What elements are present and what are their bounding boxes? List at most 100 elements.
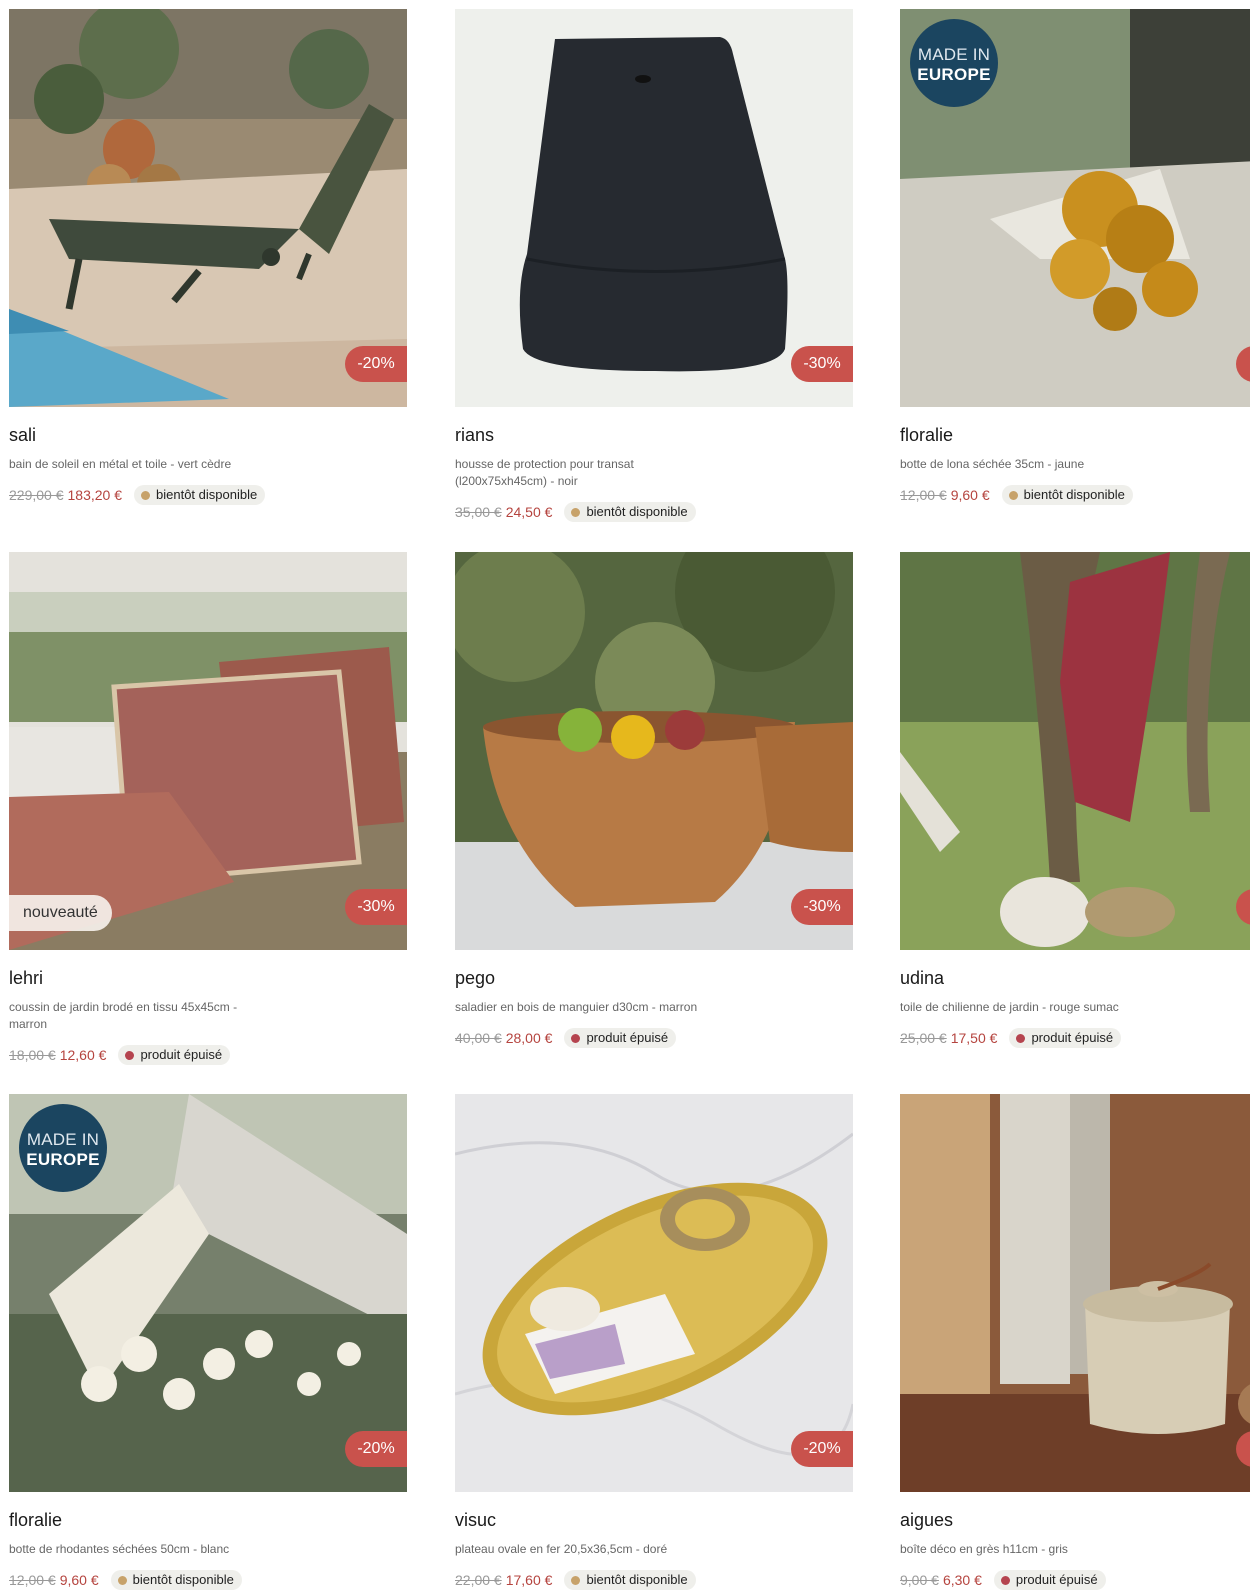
availability-label: produit épuisé <box>140 1047 223 1062</box>
product-card[interactable]: -20% sali bain de soleil en métal et toi… <box>9 9 407 505</box>
price-row: 12,00 € 9,60 € bientôt disponible <box>900 485 1250 505</box>
product-name[interactable]: aigues <box>900 1510 1250 1531</box>
availability-dot-icon <box>1016 1033 1026 1043</box>
price-row: 25,00 € 17,50 € produit épuisé <box>900 1028 1250 1048</box>
availability-label: produit épuisé <box>1031 1030 1114 1045</box>
sale-price: 24,50 € <box>505 504 553 520</box>
availability-dot-icon <box>571 507 581 517</box>
product-description: boîte déco en grès h11cm - gris <box>900 1542 1068 1556</box>
product-name[interactable]: floralie <box>9 1510 407 1531</box>
cover-photo <box>455 9 853 407</box>
discount-badge: -30% <box>791 346 853 382</box>
product-name[interactable]: pego <box>455 968 853 989</box>
availability-dot-icon <box>117 1575 127 1585</box>
made-in-europe-badge: MADE IN EUROPE <box>910 19 998 107</box>
product-description: botte de lona séchée 35cm - jaune <box>900 457 1085 471</box>
old-price: 22,00 € <box>455 1572 502 1588</box>
old-price: 229,00 € <box>9 487 64 503</box>
availability-badge: bientôt disponible <box>564 1570 696 1590</box>
product-image[interactable] <box>900 1094 1250 1492</box>
availability-dot-icon <box>571 1033 581 1043</box>
discount-badge: -20% <box>345 346 407 382</box>
new-badge: nouveauté <box>9 895 112 931</box>
price-row: 18,00 € 12,60 € produit épuisé <box>9 1045 407 1065</box>
product-image[interactable]: MADE IN EUROPE -20% <box>9 1094 407 1492</box>
discount-badge: -20% <box>345 1431 407 1467</box>
product-description: housse de protection pour transat (l200x… <box>455 457 634 488</box>
discount-badge: -30% <box>345 889 407 925</box>
sale-price: 183,20 € <box>67 487 123 503</box>
product-card[interactable]: aigues boîte déco en grès h11cm - gris 9… <box>900 1094 1250 1590</box>
product-image[interactable]: MADE IN EUROPE <box>900 9 1250 407</box>
product-description: bain de soleil en métal et toile - vert … <box>9 457 232 471</box>
availability-badge: produit épuisé <box>1009 1028 1122 1048</box>
product-image[interactable]: -30% <box>455 552 853 950</box>
availability-label: produit épuisé <box>586 1030 669 1045</box>
price-row: 9,00 € 6,30 € produit épuisé <box>900 1570 1250 1590</box>
garden-fabric-photo <box>900 552 1250 950</box>
availability-badge: bientôt disponible <box>564 502 696 522</box>
availability-badge: bientôt disponible <box>110 1570 242 1590</box>
discount-badge: -30% <box>791 889 853 925</box>
sale-price: 9,60 € <box>59 1572 99 1588</box>
product-name[interactable]: rians <box>455 425 853 446</box>
gold-tray-photo <box>455 1094 853 1492</box>
price-row: 229,00 € 183,20 € bientôt disponible <box>9 485 407 505</box>
availability-label: bientôt disponible <box>1023 487 1125 502</box>
availability-dot-icon <box>141 490 150 500</box>
sale-price: 28,00 € <box>505 1030 553 1046</box>
product-card[interactable]: MADE IN EUROPE -20% floralie botte de rh… <box>9 1094 407 1590</box>
lounger-photo <box>9 9 407 407</box>
ceramic-box-photo <box>900 1094 1250 1492</box>
availability-dot-icon <box>125 1050 135 1060</box>
product-card[interactable]: udina toile de chilienne de jardin - rou… <box>900 552 1250 1048</box>
old-price: 18,00 € <box>9 1047 56 1063</box>
price-row: 12,00 € 9,60 € bientôt disponible <box>9 1570 407 1590</box>
product-image[interactable]: -30% <box>455 9 853 407</box>
product-description: saladier en bois de manguier d30cm - mar… <box>455 1000 698 1014</box>
product-image[interactable] <box>900 552 1250 950</box>
product-description: plateau ovale en fer 20,5x36,5cm - doré <box>455 1542 668 1556</box>
price-row: 35,00 € 24,50 € bientôt disponible <box>455 502 853 522</box>
sale-price: 6,30 € <box>942 1572 982 1588</box>
old-price: 9,00 € <box>900 1572 939 1588</box>
product-image[interactable]: -20% <box>455 1094 853 1492</box>
product-name[interactable]: udina <box>900 968 1250 989</box>
product-image[interactable]: nouveauté -30% <box>9 552 407 950</box>
sale-price: 12,60 € <box>59 1047 107 1063</box>
availability-label: bientôt disponible <box>156 487 258 502</box>
sale-price: 9,60 € <box>950 487 990 503</box>
old-price: 12,00 € <box>9 1572 56 1588</box>
availability-badge: produit épuisé <box>564 1028 677 1048</box>
product-description: botte de rhodantes séchées 50cm - blanc <box>9 1542 230 1556</box>
made-in-europe-badge: MADE IN EUROPE <box>19 1104 107 1192</box>
price-row: 22,00 € 17,60 € bientôt disponible <box>455 1570 853 1590</box>
availability-label: produit épuisé <box>1015 1572 1098 1587</box>
product-name[interactable]: visuc <box>455 1510 853 1531</box>
product-name[interactable]: sali <box>9 425 407 446</box>
availability-dot-icon <box>1000 1575 1010 1585</box>
availability-dot-icon <box>1008 490 1018 500</box>
cushions-photo <box>9 552 407 950</box>
availability-badge: produit épuisé <box>118 1045 231 1065</box>
sale-price: 17,50 € <box>950 1030 998 1046</box>
old-price: 40,00 € <box>455 1030 502 1046</box>
old-price: 35,00 € <box>455 504 502 520</box>
product-card[interactable]: -30% rians housse de protection pour tra… <box>455 9 853 522</box>
product-card[interactable]: nouveauté -30% lehri coussin de jardin b… <box>9 552 407 1065</box>
product-card[interactable]: -20% visuc plateau ovale en fer 20,5x36,… <box>455 1094 853 1590</box>
old-price: 25,00 € <box>900 1030 947 1046</box>
availability-label: bientôt disponible <box>586 1572 688 1587</box>
availability-label: bientôt disponible <box>132 1572 234 1587</box>
old-price: 12,00 € <box>900 487 947 503</box>
availability-label: bientôt disponible <box>586 504 688 519</box>
product-name[interactable]: lehri <box>9 968 407 989</box>
product-name[interactable]: floralie <box>900 425 1250 446</box>
price-row: 40,00 € 28,00 € produit épuisé <box>455 1028 853 1048</box>
availability-badge: bientôt disponible <box>134 485 266 505</box>
product-card[interactable]: -30% pego saladier en bois de manguier d… <box>455 552 853 1048</box>
product-description: toile de chilienne de jardin - rouge sum… <box>900 1000 1119 1014</box>
product-description: coussin de jardin brodé en tissu 45x45cm… <box>9 1000 238 1031</box>
product-image[interactable]: -20% <box>9 9 407 407</box>
product-card[interactable]: MADE IN EUROPE floralie botte de lona sé… <box>900 9 1250 505</box>
